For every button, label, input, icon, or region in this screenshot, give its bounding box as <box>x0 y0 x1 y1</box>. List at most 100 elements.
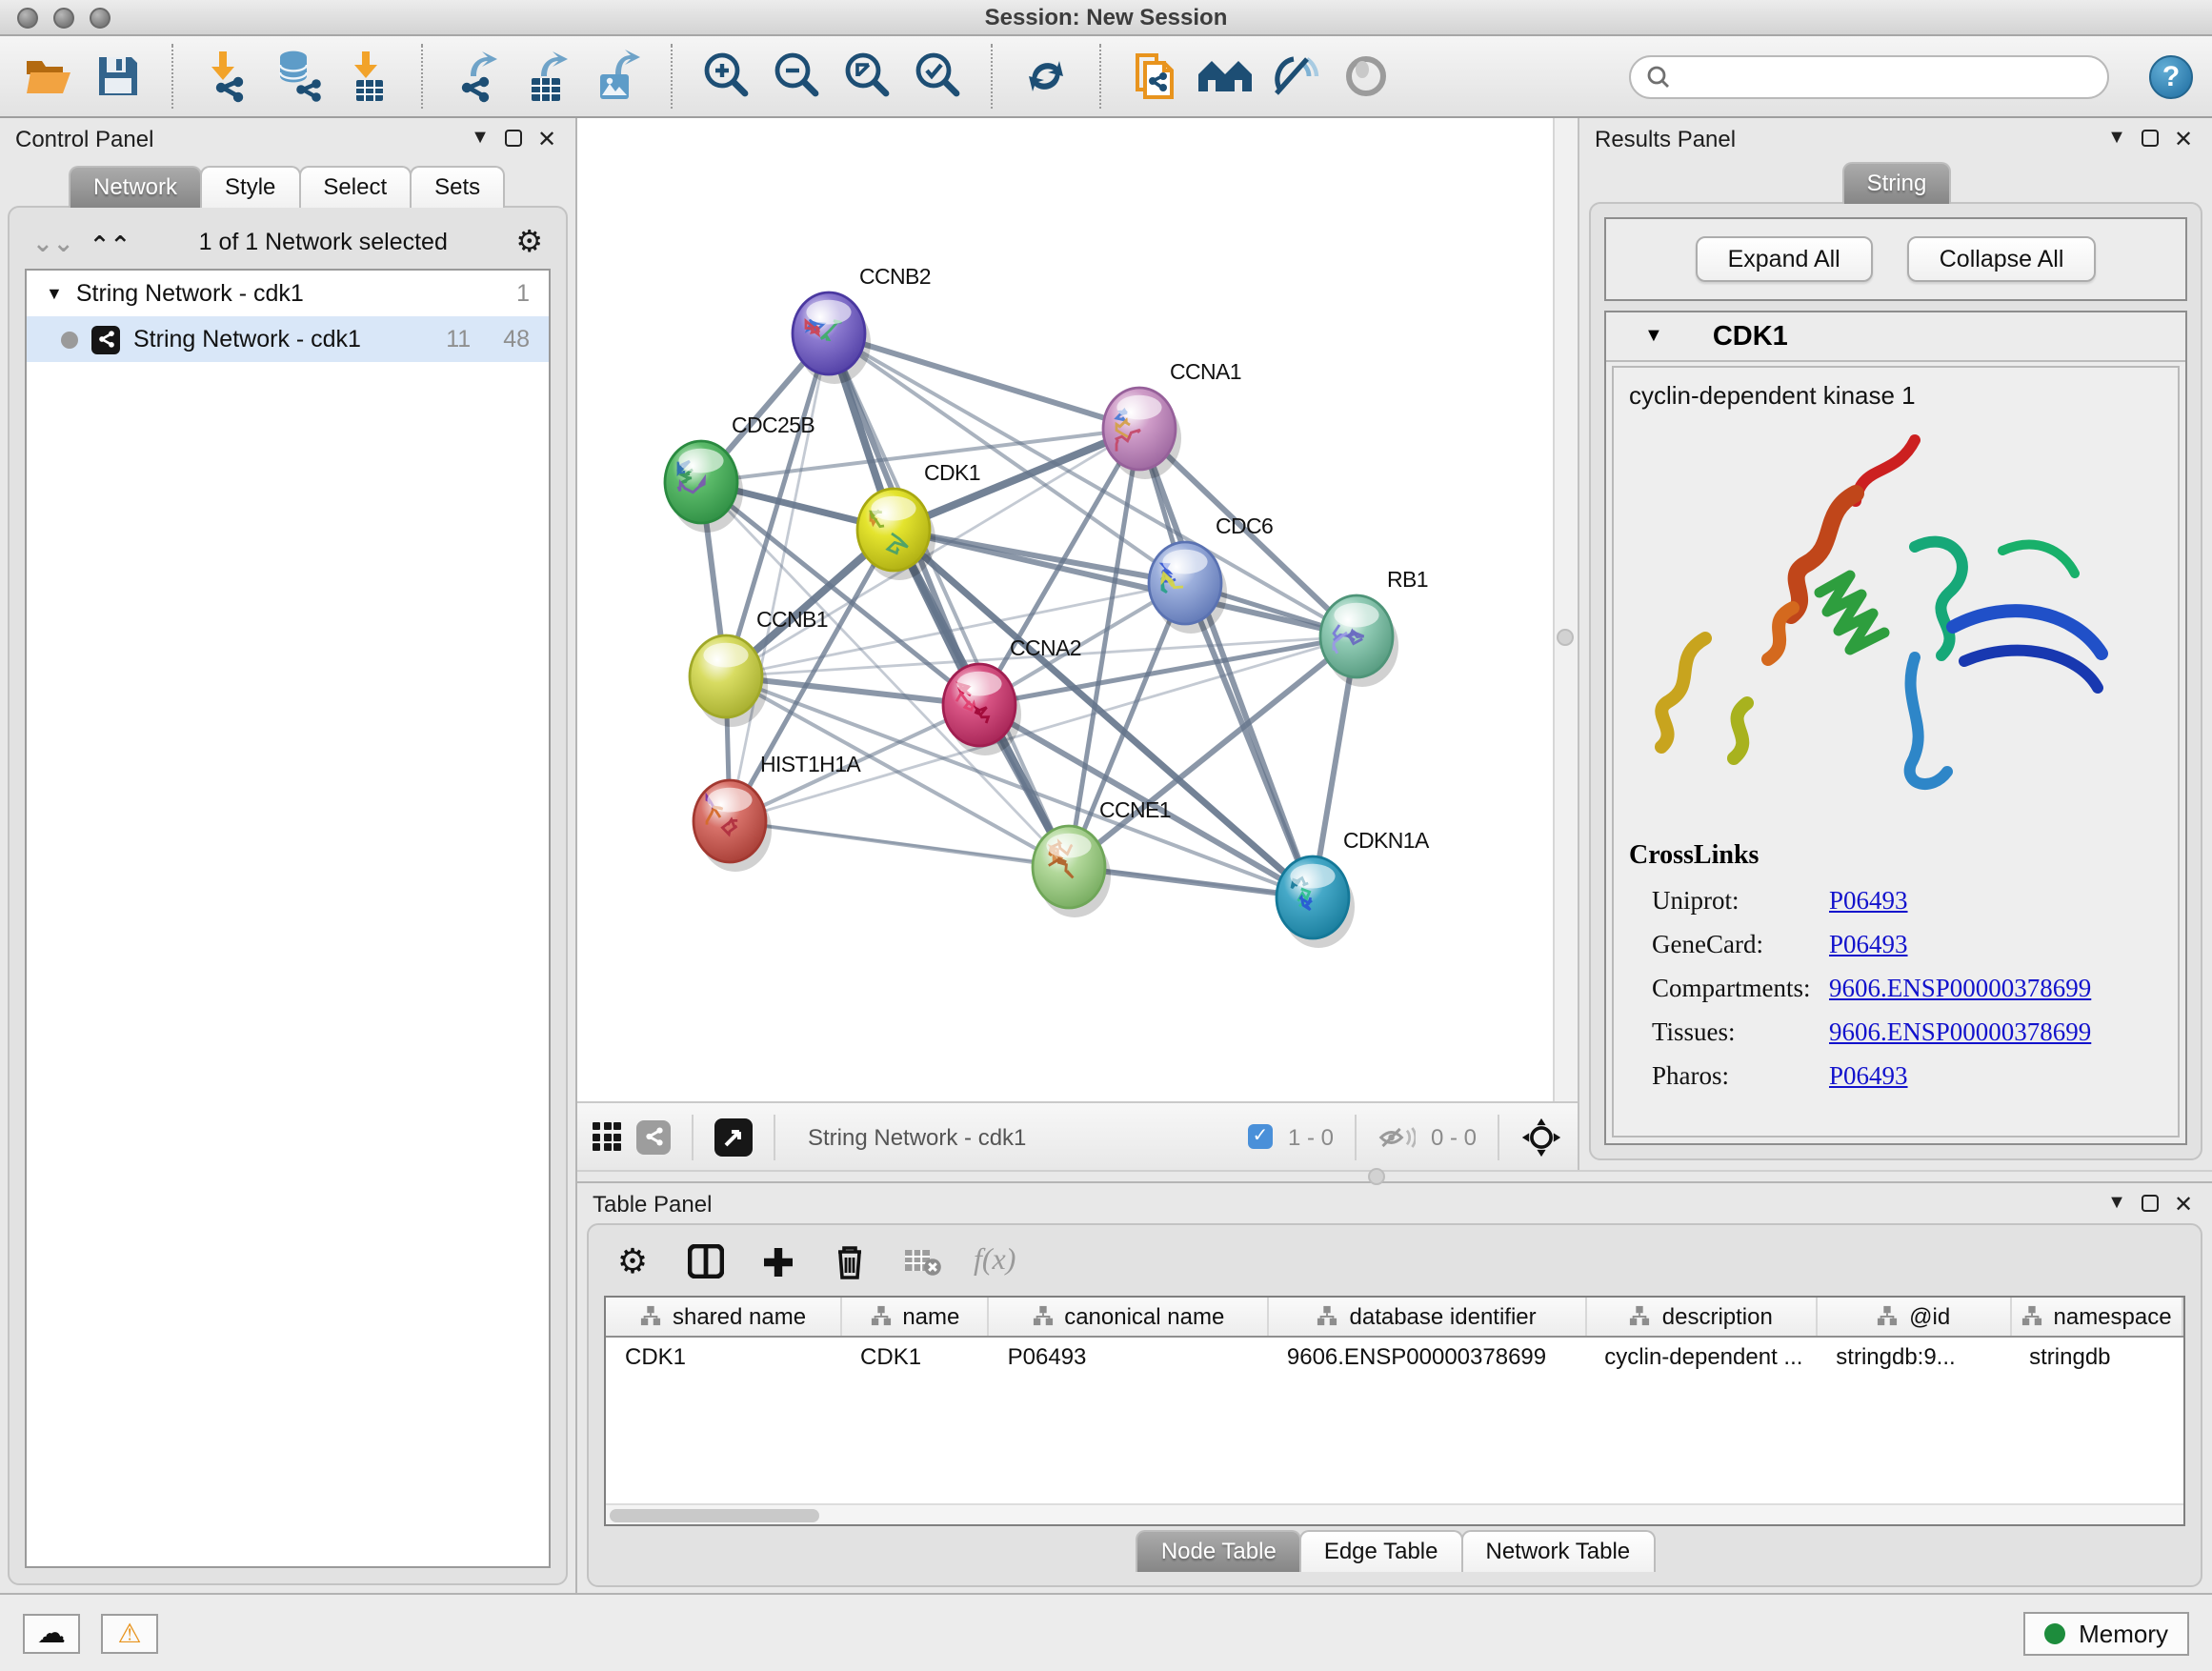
open-session-button[interactable] <box>19 46 76 107</box>
panel-menu-icon[interactable]: ▼ <box>467 128 493 149</box>
panel-menu-icon[interactable]: ▼ <box>2103 128 2130 149</box>
column-header-@id[interactable]: @id <box>1817 1298 2010 1336</box>
tab-string[interactable]: String <box>1842 162 1952 204</box>
scrollbar-thumb[interactable] <box>610 1509 819 1522</box>
splitter-grip[interactable] <box>1557 629 1574 646</box>
tab-network[interactable]: Network <box>69 166 202 208</box>
collapse-all-button[interactable]: Collapse All <box>1907 236 2097 282</box>
panel-close-icon[interactable]: ✕ <box>2170 125 2197 151</box>
network-results-splitter[interactable] <box>1553 118 1578 1101</box>
panel-float-icon[interactable] <box>2142 1195 2159 1212</box>
zoom-fit-button[interactable] <box>838 46 895 107</box>
network-options-gear-icon[interactable]: ⚙ <box>515 223 543 261</box>
network-collection-row[interactable]: ▼ String Network - cdk1 1 <box>27 271 549 316</box>
export-table-button[interactable] <box>518 46 575 107</box>
crosslink-link[interactable]: P06493 <box>1829 1061 1908 1092</box>
tree-expander-icon[interactable]: ▼ <box>46 284 63 303</box>
network-node-CCNA1[interactable]: CCNA1 <box>1103 359 1241 479</box>
control-panel: Control Panel ▼ ✕ NetworkStyleSelectSets… <box>0 118 577 1593</box>
pan-crosshair-icon[interactable] <box>1520 1116 1562 1158</box>
search-input[interactable] <box>1680 65 2092 88</box>
help-button[interactable]: ? <box>2149 54 2193 98</box>
memory-button[interactable]: Memory <box>2023 1611 2189 1655</box>
tab-edge-table[interactable]: Edge Table <box>1299 1530 1463 1572</box>
crosslink-link[interactable]: 9606.ENSP00000378699 <box>1829 974 2091 1004</box>
tab-select[interactable]: Select <box>298 166 412 208</box>
expand-all-networks-icon[interactable]: ⌃⌃ <box>90 232 131 256</box>
delete-column-icon[interactable] <box>829 1240 871 1282</box>
table-settings-icon[interactable]: ⚙ <box>612 1240 654 1282</box>
zoom-in-button[interactable] <box>697 46 754 107</box>
cloud-status-button[interactable]: ☁ <box>23 1613 80 1653</box>
column-header-namespace[interactable]: namespace <box>2010 1298 2182 1336</box>
column-type-icon <box>1317 1306 1338 1327</box>
splitter-grip[interactable] <box>1368 1168 1385 1185</box>
save-session-button[interactable] <box>90 46 147 107</box>
network-edge-HIST1H1A-CCNE1[interactable] <box>730 821 1069 867</box>
column-header-name[interactable]: name <box>841 1298 989 1336</box>
table-row[interactable]: CDK1CDK1P064939606.ENSP00000378699cyclin… <box>606 1336 2182 1376</box>
column-header-database-identifier[interactable]: database identifier <box>1268 1298 1585 1336</box>
network-edge-CCNB2-CCNE1[interactable] <box>829 333 1069 867</box>
table-panel-splitter[interactable] <box>577 1170 2212 1181</box>
table-horizontal-scrollbar[interactable] <box>606 1503 2183 1524</box>
table-toolbar: ⚙ f(x) <box>604 1235 2185 1288</box>
grid-view-icon[interactable] <box>593 1122 621 1151</box>
network-node-CCNB2[interactable]: CCNB2 <box>793 264 931 384</box>
collapse-all-networks-icon[interactable]: ⌄⌄ <box>32 230 74 254</box>
zoom-out-button[interactable] <box>768 46 825 107</box>
network-canvas[interactable]: CCNB2CCNA1CDC25BCDK1CDC6RB1CCNB1CCNA2CDK… <box>577 118 1553 1101</box>
toolbar-search[interactable] <box>1629 54 2109 98</box>
selected-checkbox-icon[interactable]: ✓ <box>1248 1124 1273 1149</box>
import-table-button[interactable] <box>339 46 396 107</box>
zoom-selected-button[interactable] <box>909 46 966 107</box>
copy-document-button[interactable] <box>1126 46 1183 107</box>
network-row[interactable]: String Network - cdk1 11 48 <box>27 316 549 362</box>
section-expander-icon[interactable]: ▼ <box>1644 326 1663 347</box>
network-node-CCNE1[interactable]: CCNE1 <box>1033 797 1171 917</box>
warnings-button[interactable]: ⚠ <box>101 1613 158 1653</box>
main-toolbar: ? <box>0 36 2212 118</box>
table-panel: Table Panel ▼ ✕ ⚙ <box>577 1181 2212 1593</box>
import-network-database-button[interactable] <box>269 46 326 107</box>
zoom-out-icon <box>772 51 821 101</box>
network-node-HIST1H1A[interactable]: HIST1H1A <box>694 752 861 872</box>
crosslink-link[interactable]: P06493 <box>1829 886 1908 916</box>
tab-style[interactable]: Style <box>200 166 300 208</box>
network-edge-CDC6-CCNE1[interactable] <box>1069 583 1185 867</box>
import-network-file-button[interactable] <box>198 46 255 107</box>
column-header-shared-name[interactable]: shared name <box>606 1298 841 1336</box>
export-network-button[interactable] <box>448 46 505 107</box>
network-badge-icon[interactable] <box>636 1119 671 1154</box>
node-section-header[interactable]: ▼ CDK1 <box>1606 312 2185 362</box>
expand-all-button[interactable]: Expand All <box>1696 236 1873 282</box>
panel-menu-icon[interactable]: ▼ <box>2103 1193 2130 1214</box>
apply-layout-button[interactable] <box>1017 46 1075 107</box>
panel-float-icon[interactable] <box>505 130 522 147</box>
tab-node-table[interactable]: Node Table <box>1136 1530 1301 1572</box>
tab-sets[interactable]: Sets <box>410 166 505 208</box>
network-node-CCNA2[interactable]: CCNA2 <box>943 635 1081 755</box>
column-header-description[interactable]: description <box>1585 1298 1817 1336</box>
network-node-CDKN1A[interactable]: CDKN1A <box>1277 828 1430 948</box>
birdseye-view-icon[interactable] <box>714 1117 753 1156</box>
network-edge-RB1-CCNE1[interactable] <box>1069 636 1357 867</box>
column-header-canonical-name[interactable]: canonical name <box>989 1298 1268 1336</box>
crosslink-link[interactable]: P06493 <box>1829 930 1908 960</box>
show-all-networks-button[interactable] <box>1196 46 1254 107</box>
network-edge-CCNB2-RB1[interactable] <box>829 333 1357 636</box>
network-edge-CCNB2-HIST1H1A[interactable] <box>730 333 829 821</box>
tab-network-table[interactable]: Network Table <box>1461 1530 1656 1572</box>
export-image-button[interactable] <box>589 46 646 107</box>
show-selected-button[interactable] <box>1337 46 1395 107</box>
panel-close-icon[interactable]: ✕ <box>2170 1190 2197 1217</box>
panel-close-icon[interactable]: ✕ <box>533 125 560 151</box>
show-columns-icon[interactable] <box>684 1240 726 1282</box>
network-node-RB1[interactable]: RB1 <box>1320 567 1428 687</box>
hide-selected-button[interactable] <box>1267 46 1324 107</box>
network-edge-CCNB2-CCNA1[interactable] <box>829 333 1139 429</box>
crosslink-link[interactable]: 9606.ENSP00000378699 <box>1829 1017 2091 1048</box>
add-column-icon[interactable] <box>756 1240 798 1282</box>
panel-float-icon[interactable] <box>2142 130 2159 147</box>
results-panel: Results Panel ▼ ✕ String Expand All Coll… <box>1578 118 2212 1170</box>
